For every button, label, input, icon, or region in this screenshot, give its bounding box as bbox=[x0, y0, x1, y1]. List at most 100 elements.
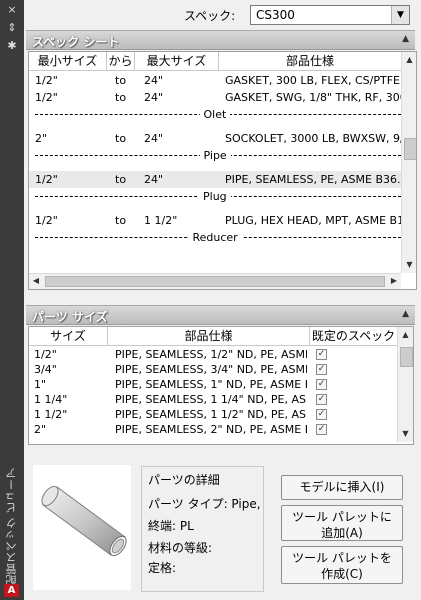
cell-max: 24" bbox=[144, 91, 164, 104]
cell-desc: PIPE, SEAMLESS, 1" ND, PE, ASME B bbox=[115, 378, 307, 391]
scroll-up-icon[interactable]: ▲ bbox=[402, 52, 416, 68]
create-tool-palette-button[interactable]: ツール パレットを 作成(C) bbox=[281, 546, 403, 584]
col-from[interactable]: から bbox=[107, 52, 135, 70]
part-sizes-header[interactable]: パーツ サイズ ▲ bbox=[26, 305, 415, 325]
spec-selected-value: CS300 bbox=[256, 8, 295, 22]
part-sizes-title: パーツ サイズ bbox=[32, 310, 108, 324]
default-spec-checkbox[interactable]: ✓ bbox=[316, 379, 327, 390]
details-title: パーツの詳細 bbox=[148, 473, 220, 487]
part-preview-image bbox=[33, 465, 131, 590]
default-spec-checkbox[interactable]: ✓ bbox=[316, 394, 327, 405]
default-spec-checkbox[interactable]: ✓ bbox=[316, 424, 327, 435]
category-separator: Reducer bbox=[29, 229, 401, 246]
table-row[interactable]: 1/2" to 24" PIPE, SEAMLESS, PE, ASME B36.10 bbox=[29, 171, 401, 188]
category-label: Olet bbox=[199, 106, 231, 123]
default-spec-checkbox[interactable]: ✓ bbox=[316, 409, 327, 420]
cell-max: 24" bbox=[144, 132, 164, 145]
part-details-group: パーツの詳細 パーツ タイプ: Pipe, 終端: PL 材料の等級: 定格: bbox=[141, 466, 264, 592]
col-part-desc[interactable]: 部品仕様 bbox=[108, 327, 310, 345]
spec-sheet-header[interactable]: スペック シート ▲ bbox=[26, 30, 415, 50]
scroll-thumb[interactable] bbox=[400, 347, 413, 367]
insert-button-label: モデルに挿入(I) bbox=[299, 480, 385, 494]
create-palette-label-1: ツール パレットを bbox=[292, 551, 392, 565]
add-palette-label-1: ツール パレットに bbox=[292, 510, 392, 524]
cell-desc: SOCKOLET, 3000 LB, BWXSW, 9/1 bbox=[225, 132, 401, 145]
category-label: Plug bbox=[199, 188, 231, 205]
cell-desc: PIPE, SEAMLESS, 1/2" ND, PE, ASME bbox=[115, 348, 307, 361]
cell-desc: PIPE, SEAMLESS, 3/4" ND, PE, ASME bbox=[115, 363, 307, 376]
table-row[interactable]: 3/4" PIPE, SEAMLESS, 3/4" ND, PE, ASME ✓ bbox=[29, 362, 397, 377]
scroll-down-icon[interactable]: ▼ bbox=[398, 426, 413, 442]
spec-label: スペック: bbox=[184, 9, 236, 23]
detail-part-type: パーツ タイプ: Pipe, bbox=[148, 497, 261, 511]
collapse-icon[interactable]: ▲ bbox=[402, 309, 409, 319]
default-spec-checkbox[interactable]: ✓ bbox=[316, 349, 327, 360]
cell-min: 1/2" bbox=[35, 74, 58, 87]
hscroll-thumb[interactable] bbox=[45, 276, 385, 287]
cell-min: 1/2" bbox=[35, 173, 58, 186]
properties-icon[interactable]: ✱ bbox=[5, 40, 19, 52]
table-row[interactable]: 1 1/4" PIPE, SEAMLESS, 1 1/4" ND, PE, ASM… bbox=[29, 392, 397, 407]
cell-from: to bbox=[115, 173, 127, 186]
insert-into-model-button[interactable]: モデルに挿入(I) bbox=[281, 475, 403, 500]
scroll-right-icon[interactable]: ▶ bbox=[387, 274, 401, 289]
detail-material: 材料の等級: bbox=[148, 541, 213, 555]
cell-size: 1/2" bbox=[34, 348, 57, 361]
spec-sheet-table: 最小サイズ から 最大サイズ 部品仕様 1/2" to 24" GASKET, 300… bbox=[28, 51, 417, 290]
cell-size: 1" bbox=[34, 378, 47, 391]
scroll-left-icon[interactable]: ◀ bbox=[29, 274, 43, 289]
scroll-thumb[interactable] bbox=[404, 138, 416, 160]
autocad-logo-icon: A bbox=[4, 584, 19, 597]
col-min-size[interactable]: 最小サイズ bbox=[29, 52, 107, 70]
cell-from: to bbox=[115, 214, 127, 227]
col-size[interactable]: サイズ bbox=[29, 327, 108, 345]
collapse-icon[interactable]: ▲ bbox=[402, 34, 409, 44]
table-row[interactable]: 1/2" to 24" GASKET, 300 LB, FLEX, CS/PTFE bbox=[29, 72, 401, 89]
table-row[interactable]: 1/2" PIPE, SEAMLESS, 1/2" ND, PE, ASME ✓ bbox=[29, 347, 397, 362]
table-row[interactable]: 1" PIPE, SEAMLESS, 1" ND, PE, ASME B ✓ bbox=[29, 377, 397, 392]
table-row[interactable]: 2" to 24" SOCKOLET, 3000 LB, BWXSW, 9/1 bbox=[29, 130, 401, 147]
palette-title: 配管スペック ビューア bbox=[5, 467, 18, 586]
cell-size: 2" bbox=[34, 423, 47, 436]
scroll-down-icon[interactable]: ▼ bbox=[402, 257, 416, 273]
detail-end: 終端: PL bbox=[148, 519, 194, 533]
detail-rating: 定格: bbox=[148, 561, 177, 575]
part-sizes-header-row: サイズ 部品仕様 既定のスペック bbox=[29, 327, 397, 346]
close-icon[interactable]: × bbox=[5, 4, 19, 16]
cell-max: 24" bbox=[144, 74, 164, 87]
col-default-spec[interactable]: 既定のスペック bbox=[310, 327, 397, 345]
autohide-icon[interactable]: ⇕ bbox=[5, 22, 19, 34]
chevron-down-icon[interactable]: ▼ bbox=[391, 6, 409, 24]
category-separator: Olet bbox=[29, 106, 401, 123]
cell-from: to bbox=[115, 132, 127, 145]
spec-selector-bar: スペック: CS300 ▼ bbox=[24, 0, 421, 30]
cell-size: 1 1/2" bbox=[34, 408, 68, 421]
cell-from: to bbox=[115, 74, 127, 87]
create-palette-label-2: 作成(C) bbox=[321, 567, 363, 581]
table-row[interactable]: 1/2" to 24" GASKET, SWG, 1/8" THK, RF, 300 bbox=[29, 89, 401, 106]
scroll-up-icon[interactable]: ▲ bbox=[398, 327, 413, 343]
add-to-tool-palette-button[interactable]: ツール パレットに 追加(A) bbox=[281, 505, 403, 541]
cell-min: 2" bbox=[35, 132, 48, 145]
table-row[interactable]: 1 1/2" PIPE, SEAMLESS, 1 1/2" ND, PE, ASM… bbox=[29, 407, 397, 422]
cell-desc: PLUG, HEX HEAD, MPT, ASME B1 bbox=[225, 214, 401, 227]
col-part-desc[interactable]: 部品仕様 bbox=[219, 52, 401, 70]
part-sizes-table: サイズ 部品仕様 既定のスペック 1/2" PIPE, SEAMLESS, 1/2… bbox=[28, 326, 414, 445]
add-palette-label-2: 追加(A) bbox=[321, 526, 363, 540]
spec-dropdown[interactable]: CS300 ▼ bbox=[250, 5, 410, 25]
cell-desc: PIPE, SEAMLESS, 1 1/4" ND, PE, ASM bbox=[115, 393, 307, 406]
table-row[interactable]: 2" PIPE, SEAMLESS, 2" ND, PE, ASME B ✓ bbox=[29, 422, 397, 437]
table-row[interactable]: 1/2" to 1 1/2" PLUG, HEX HEAD, MPT, ASME B1 bbox=[29, 212, 401, 229]
spec-sheet-vscroll[interactable]: ▲ ▼ bbox=[401, 52, 416, 273]
category-separator: Plug bbox=[29, 188, 401, 205]
category-separator: Pipe bbox=[29, 147, 401, 164]
part-sizes-vscroll[interactable]: ▲ ▼ bbox=[397, 327, 413, 442]
cell-max: 1 1/2" bbox=[144, 214, 178, 227]
cell-size: 3/4" bbox=[34, 363, 57, 376]
category-label: Pipe bbox=[199, 147, 231, 164]
spec-sheet-hscroll[interactable]: ◀ ▶ bbox=[29, 273, 401, 289]
spec-sheet-header-row: 最小サイズ から 最大サイズ 部品仕様 bbox=[29, 52, 401, 71]
default-spec-checkbox[interactable]: ✓ bbox=[316, 364, 327, 375]
col-max-size[interactable]: 最大サイズ bbox=[135, 52, 219, 70]
cell-desc: GASKET, SWG, 1/8" THK, RF, 300 bbox=[225, 91, 401, 104]
